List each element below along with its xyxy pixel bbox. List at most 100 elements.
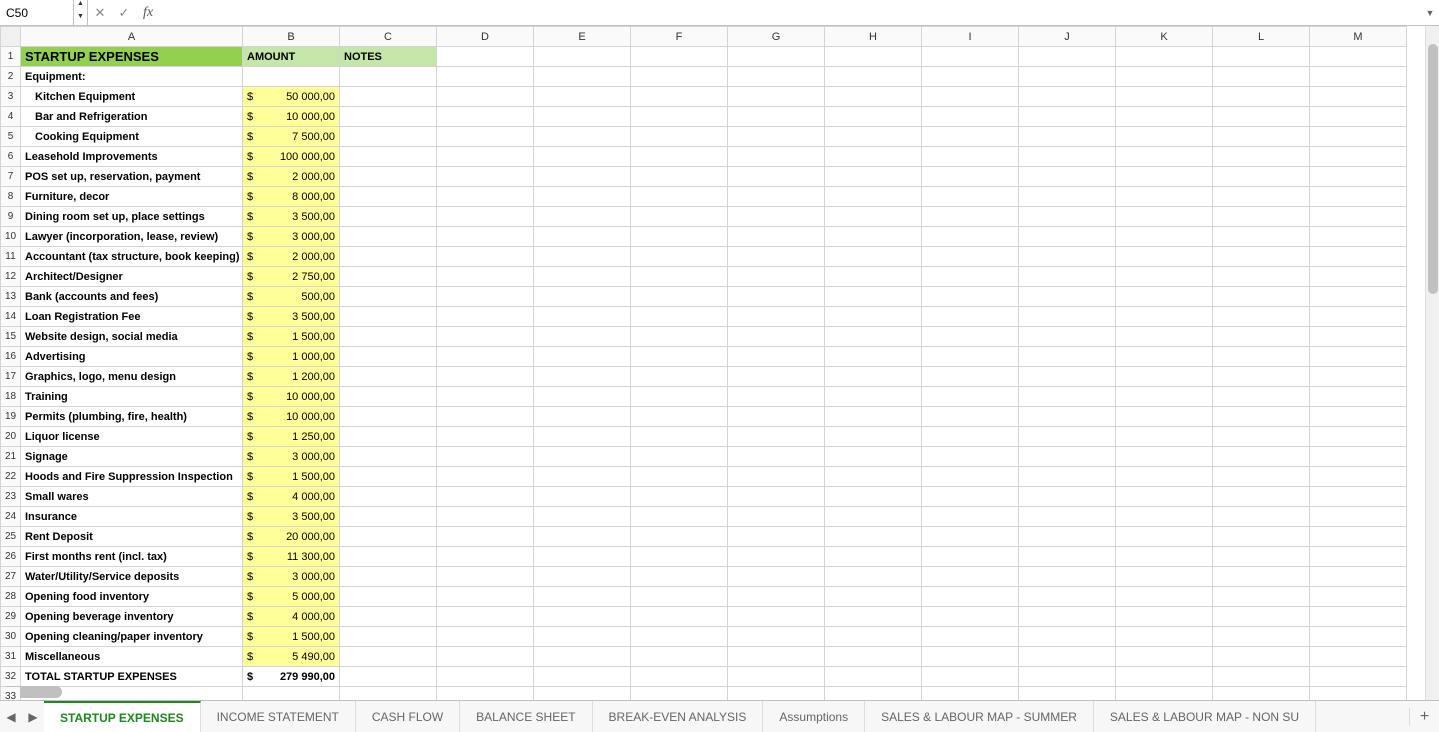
cell[interactable] xyxy=(1116,87,1213,107)
cell[interactable] xyxy=(922,687,1019,701)
cell[interactable] xyxy=(1213,167,1310,187)
cell[interactable] xyxy=(534,187,631,207)
cell[interactable] xyxy=(1019,647,1116,667)
cell[interactable] xyxy=(534,547,631,567)
expense-notes[interactable] xyxy=(340,567,437,587)
cell[interactable] xyxy=(340,687,437,701)
cell[interactable] xyxy=(1310,387,1407,407)
cell[interactable] xyxy=(1019,247,1116,267)
expense-amount[interactable]: $8 000,00 xyxy=(243,187,340,207)
row-header-17[interactable]: 17 xyxy=(1,367,21,387)
expense-amount[interactable]: $1 500,00 xyxy=(243,327,340,347)
cell[interactable] xyxy=(631,607,728,627)
cell[interactable] xyxy=(1019,627,1116,647)
expense-notes[interactable] xyxy=(340,327,437,347)
cell[interactable] xyxy=(534,627,631,647)
select-all-corner[interactable] xyxy=(1,27,21,47)
cell[interactable] xyxy=(1213,247,1310,267)
cell[interactable] xyxy=(437,347,534,367)
cell[interactable] xyxy=(728,527,825,547)
cell[interactable] xyxy=(1213,207,1310,227)
cell[interactable] xyxy=(825,107,922,127)
expense-amount[interactable]: $500,00 xyxy=(243,287,340,307)
cell[interactable] xyxy=(1213,527,1310,547)
cell[interactable] xyxy=(825,467,922,487)
cell[interactable] xyxy=(1019,407,1116,427)
cell[interactable] xyxy=(825,47,922,67)
expense-label[interactable]: Training xyxy=(21,387,243,407)
cell[interactable] xyxy=(534,47,631,67)
row-header-20[interactable]: 20 xyxy=(1,427,21,447)
expense-label[interactable]: Small wares xyxy=(21,487,243,507)
cell[interactable] xyxy=(534,687,631,701)
column-header-L[interactable]: L xyxy=(1213,27,1310,47)
cell[interactable] xyxy=(437,647,534,667)
cell[interactable] xyxy=(922,287,1019,307)
cell[interactable] xyxy=(1116,147,1213,167)
cell[interactable] xyxy=(728,127,825,147)
cell[interactable] xyxy=(922,367,1019,387)
cell[interactable] xyxy=(1310,407,1407,427)
expense-label[interactable]: Permits (plumbing, fire, health) xyxy=(21,407,243,427)
expense-amount[interactable]: $5 490,00 xyxy=(243,647,340,667)
expense-amount[interactable]: $100 000,00 xyxy=(243,147,340,167)
cell[interactable] xyxy=(1116,307,1213,327)
cell[interactable] xyxy=(728,227,825,247)
header-title[interactable]: STARTUP EXPENSES xyxy=(21,47,243,67)
column-header-E[interactable]: E xyxy=(534,27,631,47)
cell[interactable] xyxy=(631,347,728,367)
cell[interactable] xyxy=(437,527,534,547)
cell[interactable] xyxy=(728,147,825,167)
cell[interactable] xyxy=(1019,687,1116,701)
cell[interactable] xyxy=(728,187,825,207)
expense-amount[interactable]: $1 000,00 xyxy=(243,347,340,367)
cell[interactable] xyxy=(534,467,631,487)
cell[interactable] xyxy=(631,227,728,247)
expense-notes[interactable] xyxy=(340,607,437,627)
cell[interactable] xyxy=(728,487,825,507)
cell[interactable] xyxy=(1213,387,1310,407)
cell[interactable] xyxy=(1310,167,1407,187)
expense-amount[interactable]: $5 000,00 xyxy=(243,587,340,607)
row-header-4[interactable]: 4 xyxy=(1,107,21,127)
cell[interactable] xyxy=(1019,547,1116,567)
row-header-26[interactable]: 26 xyxy=(1,547,21,567)
expense-notes[interactable] xyxy=(340,447,437,467)
cell[interactable] xyxy=(1213,447,1310,467)
cell[interactable] xyxy=(1019,267,1116,287)
expense-notes[interactable] xyxy=(340,287,437,307)
row-header-9[interactable]: 9 xyxy=(1,207,21,227)
expense-notes[interactable] xyxy=(340,87,437,107)
row-header-15[interactable]: 15 xyxy=(1,327,21,347)
name-box-spinner[interactable]: ▲ ▼ xyxy=(74,0,88,25)
column-header-I[interactable]: I xyxy=(922,27,1019,47)
expense-notes[interactable] xyxy=(340,187,437,207)
cell[interactable] xyxy=(534,287,631,307)
total-notes[interactable] xyxy=(340,667,437,687)
cell[interactable] xyxy=(1019,67,1116,87)
column-header-M[interactable]: M xyxy=(1310,27,1407,47)
cell[interactable] xyxy=(534,87,631,107)
expense-notes[interactable] xyxy=(340,627,437,647)
sheet-grid[interactable]: ABCDEFGHIJKLM1STARTUP EXPENSESAMOUNTNOTE… xyxy=(0,26,1425,700)
cell[interactable] xyxy=(1116,507,1213,527)
cell[interactable] xyxy=(1213,607,1310,627)
cell[interactable] xyxy=(825,427,922,447)
cell[interactable] xyxy=(1019,87,1116,107)
cell[interactable] xyxy=(631,67,728,87)
cell[interactable] xyxy=(825,667,922,687)
cell[interactable] xyxy=(437,167,534,187)
sheet-tab[interactable]: INCOME STATEMENT xyxy=(201,701,356,732)
cell[interactable] xyxy=(437,627,534,647)
cell[interactable] xyxy=(728,67,825,87)
cell[interactable] xyxy=(1116,587,1213,607)
cell[interactable] xyxy=(534,447,631,467)
cell[interactable] xyxy=(1213,67,1310,87)
cell[interactable] xyxy=(922,507,1019,527)
cell[interactable] xyxy=(1019,167,1116,187)
cell[interactable] xyxy=(825,347,922,367)
expense-notes[interactable] xyxy=(340,527,437,547)
expense-label[interactable]: Cooking Equipment xyxy=(21,127,243,147)
cell[interactable] xyxy=(1213,127,1310,147)
cell[interactable] xyxy=(1116,627,1213,647)
